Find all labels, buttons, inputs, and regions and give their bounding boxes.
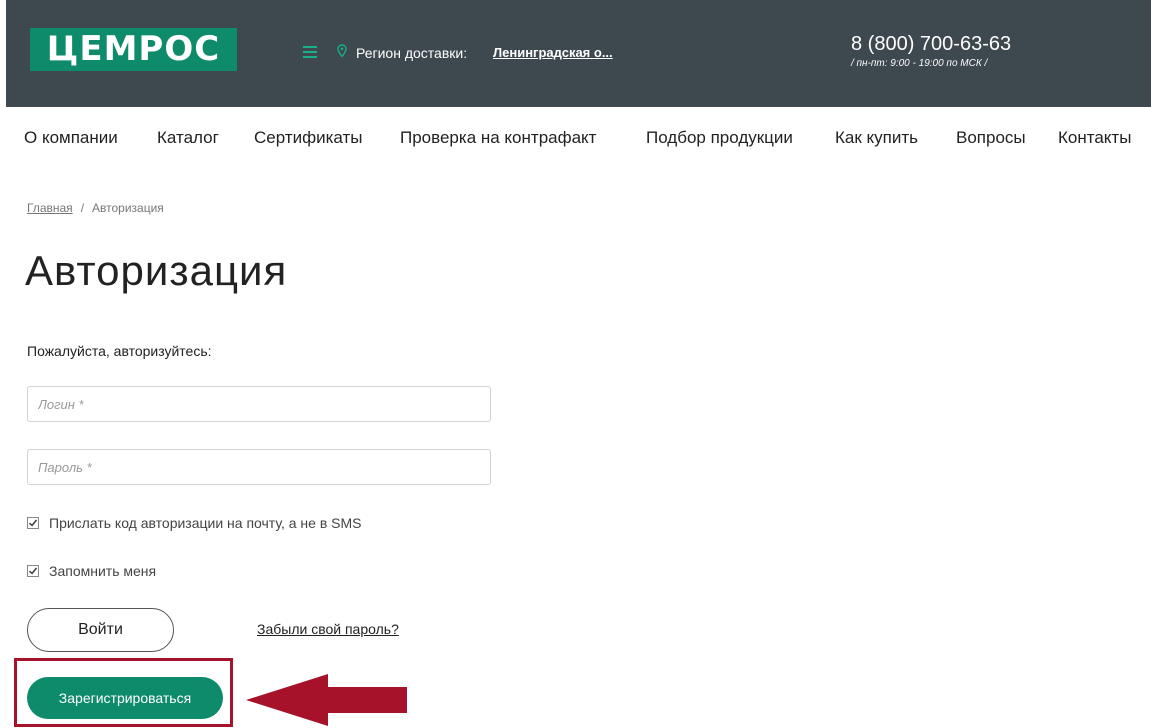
forgot-password-link[interactable]: Забыли свой пароль? xyxy=(257,621,399,637)
remember-me-label: Запомнить меня xyxy=(49,563,157,579)
location-pin-icon xyxy=(337,44,347,58)
register-button[interactable]: Зарегистрироваться xyxy=(27,677,223,719)
email-code-checkbox-label: Прислать код авторизации на почту, а не … xyxy=(49,515,362,531)
nav-item-questions[interactable]: Вопросы xyxy=(956,128,1026,148)
login-prompt: Пожалуйста, авторизуйтесь: xyxy=(27,343,212,359)
login-field-wrapper xyxy=(27,386,491,422)
page-title: Авторизация xyxy=(25,247,288,294)
checkbox-checked-icon[interactable] xyxy=(27,565,39,577)
site-header: ЦЕМРОС Регион доставки: Ленинградская о.… xyxy=(6,0,1151,107)
login-input[interactable] xyxy=(28,387,490,421)
region-label: Регион доставки: xyxy=(356,45,468,61)
breadcrumb-separator: / xyxy=(80,201,85,215)
nav-item-counterfeit-check[interactable]: Проверка на контрафакт xyxy=(400,128,596,148)
login-button[interactable]: Войти xyxy=(27,608,174,652)
phone-number[interactable]: 8 (800) 700-63-63 xyxy=(851,33,1011,56)
nav-item-contacts[interactable]: Контакты xyxy=(1058,128,1131,148)
hamburger-menu-icon[interactable] xyxy=(303,46,317,58)
nav-item-certificates[interactable]: Сертификаты xyxy=(254,128,362,148)
nav-item-about[interactable]: О компании xyxy=(24,128,118,148)
main-nav: О компании Каталог Сертификаты Проверка … xyxy=(0,118,1151,158)
site-logo[interactable]: ЦЕМРОС xyxy=(30,28,237,71)
breadcrumb-current: Авторизация xyxy=(92,201,164,215)
breadcrumb: Главная / Авторизация xyxy=(27,201,164,215)
remember-me-checkbox-row[interactable]: Запомнить меня xyxy=(27,563,156,579)
nav-item-product-selection[interactable]: Подбор продукции xyxy=(646,128,793,148)
email-code-checkbox-row[interactable]: Прислать код авторизации на почту, а не … xyxy=(27,515,362,531)
region-selector-link[interactable]: Ленинградская о... xyxy=(493,45,613,60)
checkbox-checked-icon[interactable] xyxy=(27,517,39,529)
breadcrumb-home-link[interactable]: Главная xyxy=(27,201,73,215)
left-arrow-icon xyxy=(246,674,407,726)
nav-item-catalog[interactable]: Каталог xyxy=(157,128,219,148)
password-input[interactable] xyxy=(28,450,490,484)
nav-item-how-to-buy[interactable]: Как купить xyxy=(835,128,918,148)
working-hours: / пн-пт: 9:00 - 19:00 по МСК / xyxy=(851,58,988,69)
password-field-wrapper xyxy=(27,449,491,485)
